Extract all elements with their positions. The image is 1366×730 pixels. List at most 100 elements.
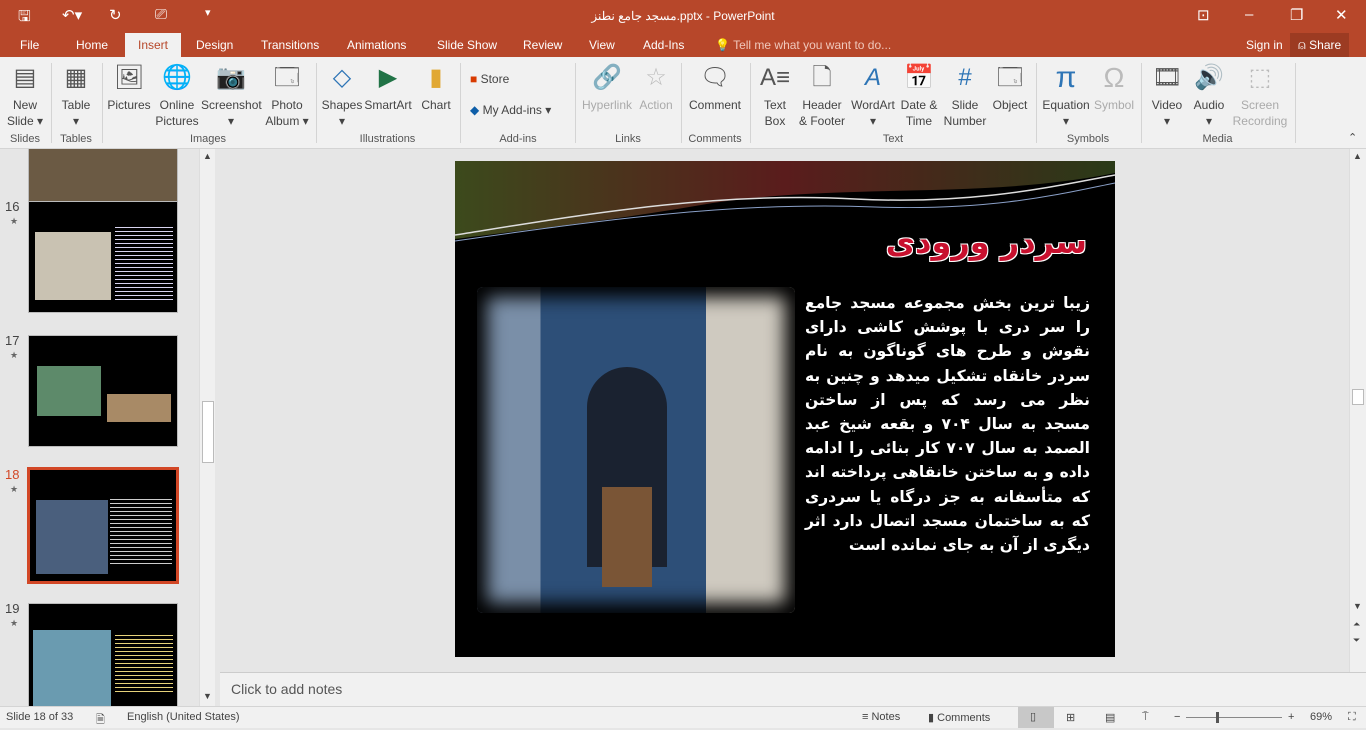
slide-scrollbar[interactable]: ▲ ▼ ⏶ ⏷ xyxy=(1349,149,1366,672)
restore-icon[interactable]: ❐ xyxy=(1290,6,1303,24)
collapse-ribbon-icon[interactable]: ⌃ xyxy=(1348,131,1357,144)
mosque-entrance-photo[interactable] xyxy=(477,287,795,613)
my-addins-button[interactable]: ◆ My Add-ins ▾ xyxy=(470,103,551,117)
normal-view-button[interactable]: ▯ xyxy=(1018,707,1054,728)
ribbon-display-icon[interactable]: ⊡ xyxy=(1197,6,1210,24)
addins-icon: ◆ xyxy=(470,103,480,117)
online-pictures-button[interactable]: 🌐 Online Pictures xyxy=(154,61,200,129)
slide-number: 19 xyxy=(5,601,20,616)
tab-insert[interactable]: Insert xyxy=(125,33,181,57)
scroll-up-icon[interactable]: ▲ xyxy=(1353,151,1362,161)
comment-button[interactable]: 🗨 Comment xyxy=(686,61,744,113)
tab-view[interactable]: View xyxy=(579,33,625,57)
text-box-button[interactable]: A≡ Text Box xyxy=(756,61,794,129)
slide-thumbnail-pane: 16 ★ 17 ★ 18 ★ 19 ★ xyxy=(0,149,200,706)
language-indicator[interactable]: English (United States) xyxy=(127,711,240,723)
status-bar: Slide 18 of 33 🗎 English (United States)… xyxy=(0,706,1366,728)
object-button[interactable]: 🗔 Object xyxy=(990,61,1030,113)
screenshot-button[interactable]: 📷 Screenshot ▾ xyxy=(201,61,262,129)
object-icon: 🗔 xyxy=(996,64,1024,91)
pi-icon: π xyxy=(1055,61,1077,94)
divider xyxy=(1036,63,1037,143)
wordart-button[interactable]: A WordArt ▾ xyxy=(849,61,897,129)
shapes-button[interactable]: ◇ Shapes ▾ xyxy=(321,61,363,129)
slide-thumbnail-18-selected[interactable] xyxy=(27,467,179,584)
tab-review[interactable]: Review xyxy=(513,33,572,57)
slide-number: 16 xyxy=(5,199,20,214)
slide-body-text[interactable]: زیبا ترین بخش مجموعه مسجد جامع را سر دری… xyxy=(805,291,1090,557)
close-icon[interactable]: ✕ xyxy=(1335,6,1348,24)
table-icon: ▦ xyxy=(64,64,88,91)
header-footer-button[interactable]: 🗋 Header & Footer xyxy=(797,61,847,129)
divider xyxy=(750,63,751,143)
next-slide-icon[interactable]: ⏷ xyxy=(1353,635,1360,646)
slide-title[interactable]: سردر ورودی xyxy=(886,223,1087,261)
divider xyxy=(681,63,682,143)
tab-home[interactable]: Home xyxy=(66,33,118,57)
comments-button[interactable]: ▮ Comments xyxy=(928,711,990,724)
pictures-button[interactable]: 🖼 Pictures xyxy=(106,61,152,113)
video-button[interactable]: 🎞 Video ▾ xyxy=(1147,61,1187,129)
action-button[interactable]: ☆ Action xyxy=(636,61,676,113)
symbol-button[interactable]: Ω Symbol xyxy=(1093,61,1135,113)
zoom-in-button[interactable]: + xyxy=(1288,711,1294,723)
minimize-icon[interactable]: – xyxy=(1245,6,1253,23)
group-label: Symbols xyxy=(1066,133,1110,145)
hyperlink-button[interactable]: 🔗 Hyperlink xyxy=(580,61,634,113)
table-button[interactable]: ▦ Table ▾ xyxy=(56,61,96,129)
reading-view-icon[interactable]: ▤ xyxy=(1105,711,1115,724)
slide-show-view-icon[interactable]: ⍑ xyxy=(1142,711,1149,724)
slide-thumbnail-16[interactable] xyxy=(28,201,178,313)
tab-animations[interactable]: Animations xyxy=(337,33,416,57)
equation-button[interactable]: π Equation ▾ xyxy=(1041,61,1091,129)
divider xyxy=(1141,63,1142,143)
zoom-out-button[interactable]: − xyxy=(1174,711,1180,723)
screen-recording-button[interactable]: ⬚ Screen Recording xyxy=(1232,61,1288,129)
fit-to-window-icon[interactable]: ⛶ xyxy=(1348,711,1356,724)
divider xyxy=(316,63,317,143)
slide-thumbnail-17[interactable] xyxy=(28,335,178,447)
notes-button[interactable]: ≡ Notes xyxy=(862,711,900,723)
zoom-slider-thumb[interactable] xyxy=(1216,712,1220,723)
sign-in-link[interactable]: Sign in xyxy=(1236,33,1293,57)
slide-thumbnail-19[interactable] xyxy=(28,603,178,706)
group-label: Illustrations xyxy=(359,133,416,145)
previous-slide-icon[interactable]: ⏶ xyxy=(1353,619,1360,630)
smartart-icon: ▶ xyxy=(378,64,398,91)
audio-button[interactable]: 🔊 Audio ▾ xyxy=(1189,61,1229,129)
tab-design[interactable]: Design xyxy=(186,33,243,57)
animation-star-icon: ★ xyxy=(10,484,19,494)
group-label: Text xyxy=(882,133,904,145)
animation-star-icon: ★ xyxy=(10,216,19,226)
notes-pane[interactable]: Click to add notes xyxy=(220,672,1366,706)
zoom-level[interactable]: 69% xyxy=(1310,711,1332,723)
thumbnail-scrollbar[interactable]: ▲ ▼ xyxy=(199,149,215,706)
tab-file[interactable]: File xyxy=(10,33,49,57)
photo-album-button[interactable]: 🗔 Photo Album ▾ xyxy=(264,61,310,129)
scroll-thumb[interactable] xyxy=(202,401,214,463)
new-slide-icon: ▤ xyxy=(13,64,37,91)
notes-placeholder[interactable]: Click to add notes xyxy=(231,681,342,697)
tab-slide-show[interactable]: Slide Show xyxy=(427,33,507,57)
scroll-down-icon[interactable]: ▼ xyxy=(203,691,212,701)
scroll-thumb[interactable] xyxy=(1352,389,1364,405)
slide-sorter-view-icon[interactable]: ⊞ xyxy=(1066,711,1075,724)
new-slide-button[interactable]: ▤ New Slide ▾ xyxy=(4,61,46,129)
scroll-down-icon[interactable]: ▼ xyxy=(1353,601,1362,611)
divider xyxy=(102,63,103,143)
slide-canvas[interactable]: سردر ورودی زیبا ترین بخش مجموعه مسجد جام… xyxy=(455,161,1115,657)
smartart-button[interactable]: ▶ SmartArt xyxy=(364,61,412,113)
zoom-slider[interactable] xyxy=(1186,717,1282,718)
store-button[interactable]: ■ Store xyxy=(470,72,509,86)
date-time-button[interactable]: 📅 Date & Time xyxy=(898,61,940,129)
tell-me-search[interactable]: 💡 Tell me what you want to do... xyxy=(705,33,901,57)
slide-number-button[interactable]: # Slide Number xyxy=(942,61,988,129)
tab-add-ins[interactable]: Add-Ins xyxy=(633,33,694,57)
scroll-up-icon[interactable]: ▲ xyxy=(203,151,212,161)
screen-recording-icon: ⬚ xyxy=(1248,64,1272,91)
tab-transitions[interactable]: Transitions xyxy=(251,33,329,57)
chart-button[interactable]: ▮ Chart xyxy=(418,61,454,113)
share-button[interactable]: ⍝ Share xyxy=(1290,33,1350,57)
slide-counter: Slide 18 of 33 xyxy=(6,711,74,723)
spell-check-icon[interactable]: 🗎 xyxy=(96,711,105,730)
